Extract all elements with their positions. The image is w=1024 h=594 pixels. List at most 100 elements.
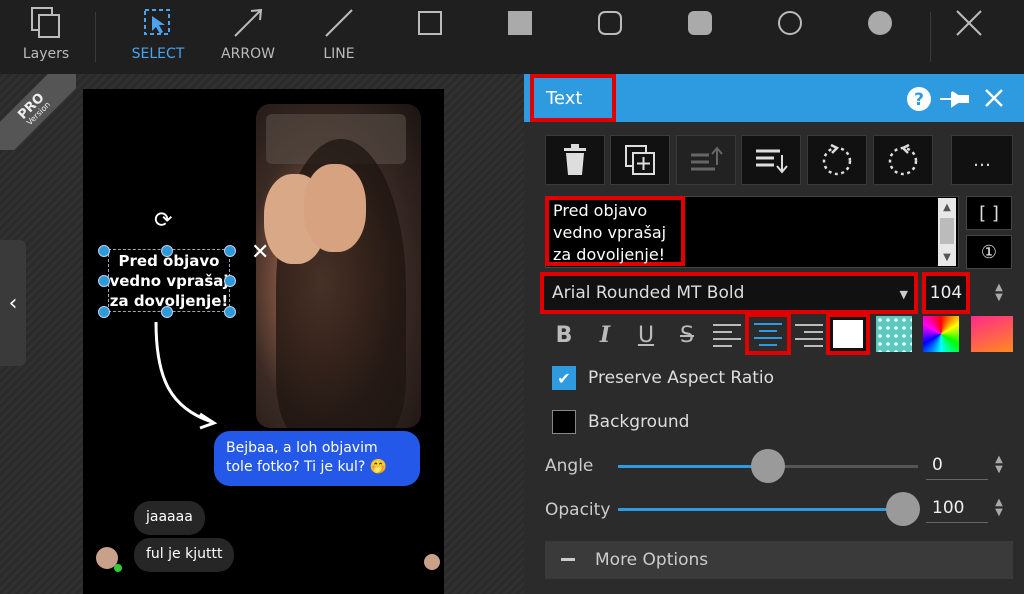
rect-outline-tool[interactable] [412, 0, 448, 74]
bring-forward-button[interactable] [676, 135, 736, 185]
online-indicator [114, 564, 122, 572]
italic-button[interactable]: I [588, 318, 622, 352]
close-panel-icon[interactable] [982, 86, 1006, 116]
angle-slider-fill [618, 465, 768, 468]
opacity-slider-fill [618, 508, 918, 511]
opacity-slider-knob[interactable] [886, 492, 920, 526]
rect-filled-tool[interactable] [502, 0, 538, 74]
align-center-icon [754, 323, 782, 346]
rounded-rect-outline-tool[interactable] [592, 0, 628, 74]
collapse-sidebar-button[interactable]: ‹ [0, 240, 26, 366]
scroll-down-icon[interactable]: ▼ [938, 248, 956, 266]
select-icon [142, 0, 174, 46]
drawn-arrow[interactable] [150, 318, 230, 430]
text-input-value[interactable]: Pred objavo vedno vprašaj za dovoljenje! [545, 196, 685, 266]
background-checkbox[interactable] [552, 410, 576, 434]
text-input-scrollbar[interactable]: ▲ ▼ [938, 198, 956, 266]
numbering-button[interactable]: ① [966, 235, 1012, 269]
gray-bubble-text: jaaaaa [146, 509, 193, 525]
send-backward-button[interactable] [741, 135, 801, 185]
panel-title: Text [530, 74, 616, 122]
chevron-down-icon: ▼ [899, 288, 908, 301]
checkmark-icon: ✔ [557, 368, 571, 388]
close-icon [954, 0, 984, 46]
font-select[interactable]: Arial Rounded MT Bold ▼ [540, 272, 918, 314]
delete-button[interactable] [545, 135, 605, 185]
gray-chat-bubble: jaaaaa [134, 501, 205, 535]
bold-button[interactable]: B [547, 318, 581, 352]
circle-outline-icon [776, 0, 804, 46]
blue-bubble-text: Bejbaa, a loh objavim tole fotko? Ti je … [226, 440, 388, 475]
angle-slider-knob[interactable] [751, 449, 785, 483]
circle-outline-tool[interactable] [772, 0, 808, 74]
font-name: Arial Rounded MT Bold [552, 283, 745, 303]
italic-icon: I [599, 322, 611, 348]
duplicate-button[interactable] [610, 135, 670, 185]
svg-text:?: ? [914, 90, 924, 110]
rect-filled-icon [507, 0, 533, 46]
more-actions-button[interactable]: … [951, 135, 1013, 185]
rotate-right-button[interactable] [873, 135, 933, 185]
more-options-button[interactable]: More Options [545, 541, 1013, 579]
select-label: SELECT [131, 46, 185, 62]
resize-handle[interactable] [224, 245, 236, 257]
bracket-button[interactable]: [ ] [966, 196, 1012, 230]
chevron-left-icon: ‹ [8, 290, 18, 316]
preserve-aspect-ratio-checkbox[interactable]: ✔ [552, 366, 576, 390]
select-tool[interactable]: SELECT [126, 0, 190, 74]
opacity-stepper[interactable]: ▲ ▼ [992, 498, 1006, 518]
opacity-slider[interactable] [618, 508, 918, 511]
pink-orange-gradient-swatch[interactable] [971, 316, 1013, 352]
resize-handle[interactable] [161, 306, 173, 318]
font-size-input[interactable]: 104 [922, 272, 970, 314]
opacity-input[interactable]: 100 [926, 493, 988, 523]
rotate-handle-icon[interactable]: ⟳ [154, 208, 172, 233]
strikethrough-button[interactable]: S [670, 318, 704, 352]
resize-handle[interactable] [161, 245, 173, 257]
align-left-icon [713, 324, 741, 347]
angle-stepper[interactable]: ▲ ▼ [992, 455, 1006, 475]
rounded-rect-filled-icon [687, 0, 713, 46]
help-icon[interactable]: ? [906, 86, 932, 118]
bold-icon: B [555, 322, 573, 348]
rect-outline-icon [417, 0, 443, 46]
gray-bubble-text: ful je kjuttt [146, 546, 223, 562]
layers-tool[interactable]: Layers [14, 0, 78, 74]
align-left-button[interactable] [710, 318, 744, 352]
scroll-thumb[interactable] [940, 218, 954, 244]
resize-handle[interactable] [98, 275, 110, 287]
underline-button[interactable]: U [629, 318, 663, 352]
top-toolbar: Layers SELECT ARROW LINE [0, 0, 1024, 74]
avatar [424, 554, 440, 570]
resize-handle[interactable] [224, 275, 236, 287]
close-editor-button[interactable] [950, 0, 988, 74]
circle-filled-tool[interactable] [862, 0, 898, 74]
rotate-left-button[interactable] [807, 135, 867, 185]
resize-handle[interactable] [98, 306, 110, 318]
line-tool[interactable]: LINE [307, 0, 371, 74]
angle-input[interactable]: 0 [926, 450, 988, 480]
selected-text-object[interactable]: Pred objavo vedno vprašaj za dovoljenje! [108, 249, 230, 312]
layers-icon [30, 0, 62, 46]
pattern-fill-swatch[interactable] [876, 316, 912, 352]
rounded-rect-filled-tool[interactable] [682, 0, 718, 74]
background-label: Background [588, 412, 690, 432]
align-right-button[interactable] [792, 318, 826, 352]
delete-object-icon[interactable]: ✕ [251, 240, 269, 265]
scroll-up-icon[interactable]: ▲ [938, 198, 956, 216]
text-color-swatch[interactable] [826, 313, 870, 355]
font-size-stepper[interactable]: ▲ ▼ [992, 283, 1006, 303]
strikethrough-icon: S [680, 322, 694, 348]
font-size-value: 104 [929, 283, 963, 303]
rotate-left-icon [822, 143, 852, 176]
preserve-aspect-ratio-label: Preserve Aspect Ratio [588, 368, 775, 388]
arrow-tool[interactable]: ARROW [216, 0, 280, 74]
resize-handle[interactable] [98, 245, 110, 257]
resize-handle[interactable] [224, 306, 236, 318]
angle-value: 0 [932, 454, 943, 475]
pin-icon[interactable] [938, 86, 970, 118]
opacity-value: 100 [932, 497, 965, 518]
align-center-button[interactable] [745, 313, 791, 355]
rainbow-gradient-swatch[interactable] [923, 316, 959, 352]
panel-title-label: Text [546, 87, 583, 109]
